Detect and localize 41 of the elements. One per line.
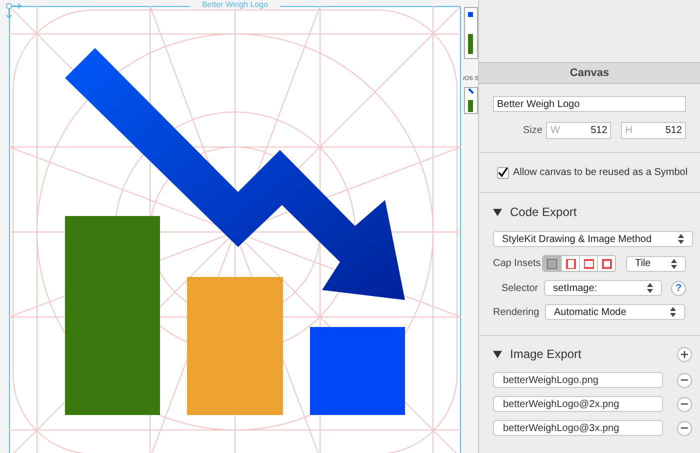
remove-button[interactable] [677, 372, 692, 388]
help-button[interactable]: ? [671, 280, 686, 296]
canvas-thumbnail[interactable] [464, 87, 478, 114]
export-filename-field[interactable]: betterWeighLogo.png [493, 372, 663, 388]
remove-button[interactable] [677, 396, 692, 412]
stepper-icon [678, 234, 684, 244]
minus-icon [681, 403, 688, 405]
stepper-icon [671, 258, 677, 268]
add-button[interactable] [677, 346, 692, 362]
checkmark-icon [498, 167, 508, 178]
symbol-checkbox-label: Allow canvas to be reused as a Symbol [513, 166, 688, 180]
rendering-label: Rendering [493, 306, 539, 320]
tile-popup[interactable]: Tile [626, 256, 686, 272]
cap-inset-segment[interactable] [561, 256, 579, 271]
plus-icon [681, 350, 688, 358]
stepper-icon [670, 307, 676, 317]
cap-insets-label: Cap Insets [493, 257, 539, 271]
inspector-header: Canvas [479, 62, 700, 84]
rendering-popup[interactable]: Automatic Mode [545, 304, 685, 320]
size-label: Size [523, 124, 542, 138]
cap-inset-segment[interactable] [579, 256, 597, 271]
section-title: Code Export [510, 204, 577, 221]
export-filename-field[interactable]: betterWeighLogo@2x.png [493, 396, 663, 412]
disclosure-triangle-icon[interactable] [493, 350, 502, 358]
height-field[interactable]: H 512 [621, 122, 686, 139]
canvas-thumbnail[interactable] [464, 7, 478, 59]
minus-icon [681, 379, 688, 381]
selector-popup[interactable]: setImage: [544, 280, 662, 296]
export-filename-field[interactable]: betterWeighLogo@3x.png [493, 420, 663, 436]
selector-label: Selector [500, 282, 538, 296]
cap-inset-segment[interactable] [597, 256, 615, 271]
disclosure-triangle-icon[interactable] [493, 208, 502, 216]
stepper-icon [647, 283, 654, 293]
width-field[interactable]: W 512 [546, 122, 612, 139]
symbol-checkbox[interactable] [497, 166, 509, 178]
method-popup[interactable]: StyleKit Drawing & Image Method [493, 231, 693, 247]
canvas-name-field[interactable]: Better Weigh Logo [493, 96, 686, 112]
minus-icon [681, 427, 688, 429]
canvas-title: Better Weigh Logo [190, 0, 280, 9]
remove-button[interactable] [677, 420, 692, 436]
section-title: Image Export [510, 346, 582, 363]
